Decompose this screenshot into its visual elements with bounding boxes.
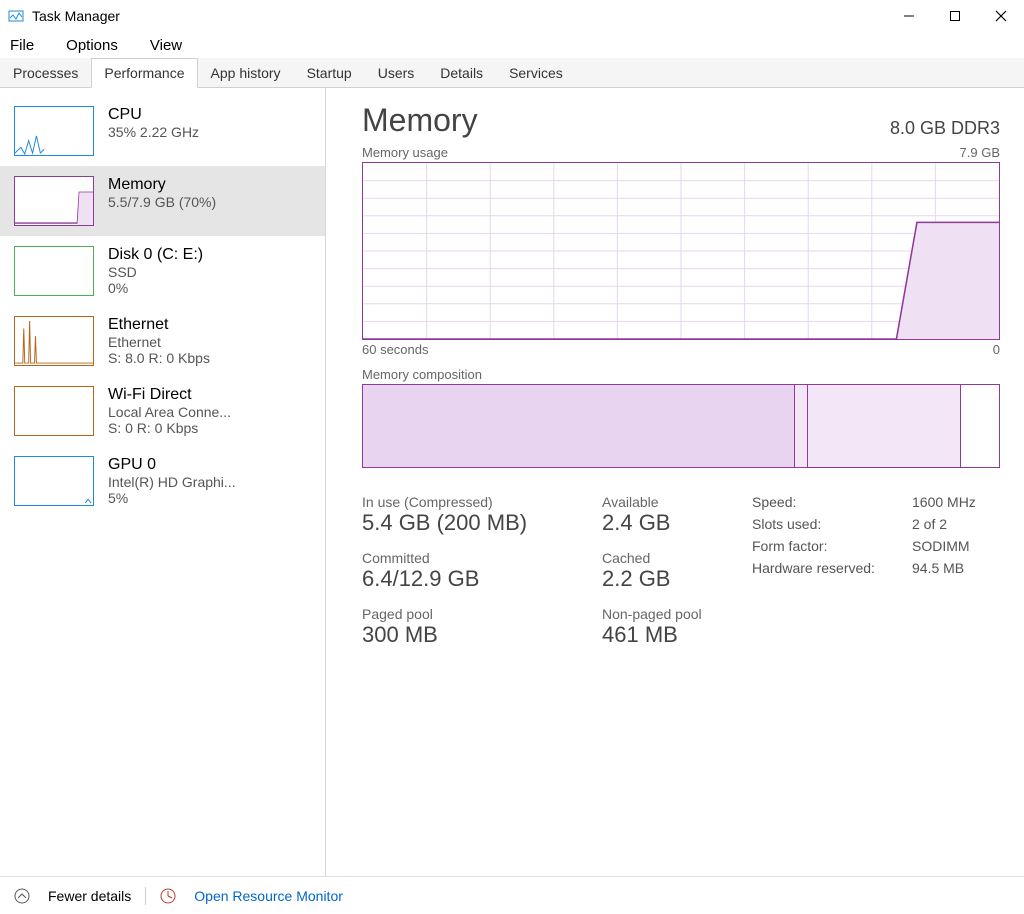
paged-label: Paged pool [362, 606, 582, 622]
available-value: 2.4 GB [602, 510, 732, 536]
tab-users[interactable]: Users [365, 58, 428, 87]
x-right: 0 [993, 342, 1000, 357]
sidebar-item-memory[interactable]: Memory 5.5/7.9 GB (70%) [0, 166, 325, 236]
footer-divider [145, 887, 146, 905]
open-resource-monitor-link[interactable]: Open Resource Monitor [194, 888, 343, 904]
footer: Fewer details Open Resource Monitor [0, 876, 1024, 914]
slots-label: Slots used: [752, 516, 912, 532]
ethernet-sub1: Ethernet [108, 334, 311, 350]
menu-file[interactable]: File [4, 35, 40, 56]
form-label: Form factor: [752, 538, 912, 554]
nonpaged-value: 461 MB [602, 622, 732, 648]
slots-value: 2 of 2 [912, 516, 1000, 532]
gpu-title: GPU 0 [108, 456, 311, 474]
tab-services[interactable]: Services [496, 58, 576, 87]
usage-label: Memory usage [362, 145, 448, 160]
disk-sub1: SSD [108, 264, 311, 280]
x-left: 60 seconds [362, 342, 429, 357]
speed-value: 1600 MHz [912, 494, 1000, 510]
tab-strip: Processes Performance App history Startu… [0, 58, 1024, 88]
ethernet-title: Ethernet [108, 316, 311, 334]
usage-max: 7.9 GB [960, 145, 1000, 160]
tab-processes[interactable]: Processes [0, 58, 91, 87]
sidebar-item-ethernet[interactable]: Ethernet Ethernet S: 8.0 R: 0 Kbps [0, 306, 325, 376]
resource-sidebar: CPU 35% 2.22 GHz Memory 5.5/7.9 GB (70%)… [0, 88, 326, 876]
detail-spec: 8.0 GB DDR3 [890, 118, 1000, 139]
gpu-thumb [14, 456, 94, 506]
gpu-sub1: Intel(R) HD Graphi... [108, 474, 311, 490]
available-label: Available [602, 494, 732, 510]
cpu-title: CPU [108, 106, 311, 124]
hw-value: 94.5 MB [912, 560, 1000, 576]
chevron-up-circle-icon [14, 888, 30, 904]
app-icon [8, 8, 24, 24]
inuse-label: In use (Compressed) [362, 494, 582, 510]
disk-title: Disk 0 (C: E:) [108, 246, 311, 264]
tab-app-history[interactable]: App history [198, 58, 294, 87]
fewer-details-button[interactable]: Fewer details [48, 888, 131, 904]
cached-label: Cached [602, 550, 732, 566]
sidebar-item-gpu[interactable]: GPU 0 Intel(R) HD Graphi... 5% [0, 446, 325, 516]
tab-details[interactable]: Details [427, 58, 496, 87]
memory-title: Memory [108, 176, 311, 194]
speed-label: Speed: [752, 494, 912, 510]
detail-title: Memory [362, 102, 478, 139]
sidebar-item-cpu[interactable]: CPU 35% 2.22 GHz [0, 96, 325, 166]
composition-label: Memory composition [362, 367, 482, 382]
cpu-thumb [14, 106, 94, 156]
close-button[interactable] [978, 0, 1024, 32]
tab-startup[interactable]: Startup [294, 58, 365, 87]
form-value: SODIMM [912, 538, 1000, 554]
maximize-button[interactable] [932, 0, 978, 32]
memory-usage-chart [362, 162, 1000, 340]
gpu-sub2: 5% [108, 490, 311, 506]
minimize-button[interactable] [886, 0, 932, 32]
menu-view[interactable]: View [144, 35, 188, 56]
memory-sub: 5.5/7.9 GB (70%) [108, 194, 311, 210]
sidebar-item-wifi[interactable]: Wi-Fi Direct Local Area Conne... S: 0 R:… [0, 376, 325, 446]
resource-monitor-icon [160, 888, 176, 904]
tab-performance[interactable]: Performance [91, 58, 197, 88]
hw-label: Hardware reserved: [752, 560, 912, 576]
wifi-title: Wi-Fi Direct [108, 386, 311, 404]
committed-value: 6.4/12.9 GB [362, 566, 582, 592]
menu-options[interactable]: Options [60, 35, 124, 56]
inuse-value: 5.4 GB (200 MB) [362, 510, 582, 536]
cached-value: 2.2 GB [602, 566, 732, 592]
disk-sub2: 0% [108, 280, 311, 296]
ethernet-thumb [14, 316, 94, 366]
window-title: Task Manager [32, 8, 886, 24]
nonpaged-label: Non-paged pool [602, 606, 732, 622]
wifi-sub2: S: 0 R: 0 Kbps [108, 420, 311, 436]
sidebar-item-disk0[interactable]: Disk 0 (C: E:) SSD 0% [0, 236, 325, 306]
detail-pane: Memory 8.0 GB DDR3 Memory usage 7.9 GB [326, 88, 1024, 876]
disk-thumb [14, 246, 94, 296]
ethernet-sub2: S: 8.0 R: 0 Kbps [108, 350, 311, 366]
memory-thumb [14, 176, 94, 226]
committed-label: Committed [362, 550, 582, 566]
paged-value: 300 MB [362, 622, 582, 648]
wifi-thumb [14, 386, 94, 436]
title-bar: Task Manager [0, 0, 1024, 32]
memory-composition-chart [362, 384, 1000, 468]
cpu-sub: 35% 2.22 GHz [108, 124, 311, 140]
wifi-sub1: Local Area Conne... [108, 404, 311, 420]
menu-bar: File Options View [0, 32, 1024, 58]
